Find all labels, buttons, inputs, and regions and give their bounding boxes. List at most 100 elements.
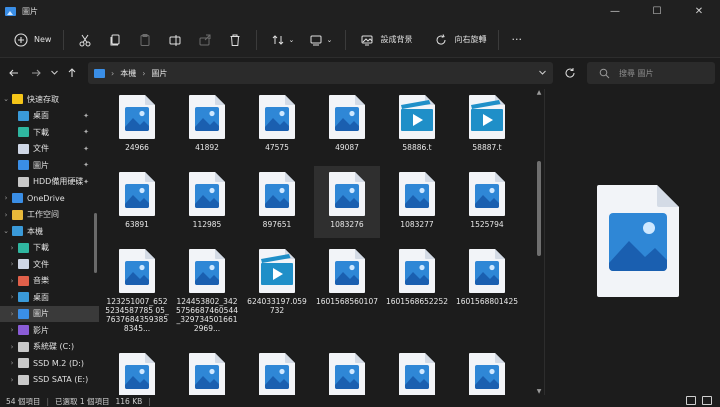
image-file-icon (328, 94, 366, 140)
rotate-right-button[interactable]: 向右旋轉 (426, 26, 492, 54)
sidebar-item[interactable]: ⌄ 快速存取 (0, 91, 99, 107)
sidebar-item[interactable]: HDD備用硬碟 ✦ (0, 174, 99, 190)
expand-chevron-icon[interactable]: › (8, 376, 16, 384)
sidebar-item[interactable]: › 系統碟 (C:) (0, 339, 99, 355)
scroll-down-icon[interactable]: ▼ (536, 388, 542, 395)
file-tile[interactable] (244, 347, 310, 395)
set-as-background-button[interactable]: 設成背景 (352, 26, 418, 54)
expand-chevron-icon[interactable]: › (8, 359, 16, 367)
forward-button[interactable] (25, 62, 47, 84)
sidebar-item[interactable]: › 文件 (0, 256, 99, 272)
drive-icon (18, 176, 29, 187)
back-button[interactable] (3, 62, 25, 84)
address-history-button[interactable] (538, 68, 547, 79)
file-tile[interactable]: 1601568560107 (314, 243, 380, 306)
expand-chevron-icon[interactable]: › (2, 211, 10, 219)
sidebar-scrollbar[interactable] (94, 179, 97, 394)
expand-chevron-icon[interactable]: › (8, 326, 16, 334)
file-tile[interactable]: 123251007_6525234587785 05_7637684359385… (104, 243, 170, 333)
sidebar-item[interactable]: › OneDrive (0, 190, 99, 206)
file-tile[interactable]: 1083277 (384, 166, 450, 229)
cut-button[interactable] (70, 26, 100, 54)
file-tile[interactable]: 1601568801425 (454, 243, 520, 306)
close-button[interactable]: ✕ (678, 0, 720, 22)
sidebar-item[interactable]: › 圖片 (0, 305, 99, 322)
image-file-icon (188, 171, 226, 217)
copy-button[interactable] (100, 26, 130, 54)
file-tile[interactable] (384, 347, 450, 395)
maximize-button[interactable]: ☐ (636, 0, 678, 22)
file-tile[interactable] (454, 347, 520, 395)
refresh-button[interactable] (560, 62, 580, 84)
sidebar-item[interactable]: › 音樂 (0, 273, 99, 289)
file-tile[interactable]: 24966 (104, 89, 170, 152)
sidebar-item[interactable]: › SSD M.2 (D:) (0, 355, 99, 371)
breadcrumb-this-pc[interactable]: 本機 (120, 68, 136, 79)
expand-chevron-icon[interactable]: › (8, 260, 16, 268)
expand-chevron-icon[interactable]: › (8, 277, 16, 285)
expand-chevron-icon[interactable]: › (8, 310, 16, 318)
image-file-icon (188, 248, 226, 294)
file-tile[interactable]: 63891 (104, 166, 170, 229)
selection-count: 已選取 1 個項目 (54, 396, 110, 406)
file-tile[interactable]: 58886.t (384, 89, 450, 152)
file-tile[interactable]: 1083276 (314, 166, 380, 238)
sidebar-item[interactable]: › 下載 (0, 240, 99, 256)
more-options-button[interactable]: ··· (505, 26, 528, 54)
image-file-icon (468, 171, 506, 217)
sidebar-item[interactable]: › 工作空间 (0, 207, 99, 223)
file-grid-scrollbar[interactable]: ▲ ▼ (536, 89, 542, 395)
file-tile[interactable]: 112985 (174, 166, 240, 229)
file-tile[interactable]: 1601568652252 (384, 243, 450, 306)
search-box[interactable]: 搜尋 圖片 (587, 62, 715, 84)
minimize-button[interactable]: — (594, 0, 636, 22)
file-name: 1083277 (400, 220, 434, 229)
expand-chevron-icon[interactable]: › (2, 194, 10, 202)
expand-chevron-icon[interactable]: › (8, 343, 16, 351)
sidebar-item[interactable]: › SSD SATA (E:) (0, 372, 99, 388)
sidebar-item[interactable]: 圖片 ✦ (0, 157, 99, 173)
file-tile[interactable]: 47575 (244, 89, 310, 152)
expand-chevron-icon[interactable]: ⌄ (2, 227, 10, 235)
search-input[interactable]: 搜尋 圖片 (619, 68, 654, 79)
file-tile[interactable]: 624033197.059732 (244, 243, 310, 315)
file-tile[interactable] (174, 347, 240, 395)
view-button[interactable]: ⌄ (301, 26, 339, 54)
file-tile[interactable] (314, 347, 380, 395)
file-tile[interactable]: 897651 (244, 166, 310, 229)
file-tile[interactable]: 58887.t (454, 89, 520, 152)
status-divider: | (46, 396, 49, 406)
file-tile[interactable]: 124453802_3425756687460544_3297345016612… (174, 243, 240, 333)
expand-chevron-icon[interactable]: › (8, 244, 16, 252)
sidebar-item-label: 本機 (27, 226, 43, 236)
delete-button[interactable] (220, 26, 250, 54)
sidebar-item[interactable]: › 桌面 (0, 289, 99, 305)
window-controls: — ☐ ✕ (594, 0, 720, 22)
share-button[interactable] (190, 26, 220, 54)
address-bar[interactable]: › 本機 › 圖片 (88, 62, 553, 84)
tiles-view-icon[interactable] (702, 396, 712, 405)
scroll-up-icon[interactable]: ▲ (536, 89, 542, 96)
paste-button[interactable] (130, 26, 160, 54)
file-tile[interactable] (104, 347, 170, 395)
up-button[interactable] (61, 62, 83, 84)
scrollbar-thumb[interactable] (94, 213, 97, 273)
expand-chevron-icon[interactable]: › (8, 293, 16, 301)
file-tile[interactable]: 1525794 (454, 166, 520, 229)
file-tile[interactable]: 41892 (174, 89, 240, 152)
recent-locations-button[interactable] (47, 62, 61, 84)
file-tile[interactable]: 49087 (314, 89, 380, 152)
sort-button[interactable]: ⌄ (263, 26, 301, 54)
breadcrumb-pictures[interactable]: 圖片 (151, 68, 167, 79)
sidebar-item[interactable]: 下載 ✦ (0, 124, 99, 140)
new-button[interactable]: New (6, 26, 57, 54)
image-file-icon (118, 94, 156, 140)
sidebar-item[interactable]: 文件 ✦ (0, 141, 99, 157)
details-view-icon[interactable] (686, 396, 696, 405)
rename-button[interactable] (160, 26, 190, 54)
expand-chevron-icon[interactable]: ⌄ (2, 95, 10, 103)
scrollbar-thumb[interactable] (537, 161, 541, 256)
sidebar-item[interactable]: › 影片 (0, 322, 99, 338)
sidebar-item[interactable]: ⌄ 本機 (0, 223, 99, 239)
sidebar-item[interactable]: 桌面 ✦ (0, 108, 99, 124)
